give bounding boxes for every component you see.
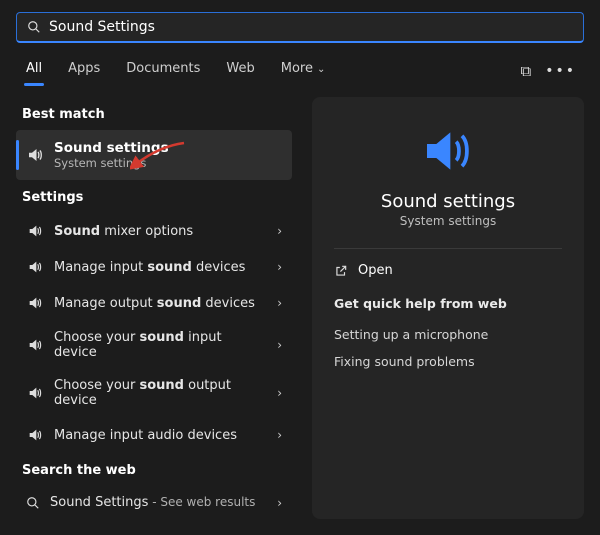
tab-more[interactable]: More⌄ (279, 55, 328, 86)
chevron-right-icon: › (277, 338, 282, 352)
detail-subtitle: System settings (334, 214, 562, 228)
sound-icon (26, 336, 44, 354)
sound-icon (26, 426, 44, 444)
web-result-item[interactable]: Sound Settings - See web results › (16, 486, 292, 519)
search-icon (27, 20, 41, 34)
detail-title: Sound settings (334, 191, 562, 212)
chevron-right-icon: › (277, 224, 282, 238)
chevron-right-icon: › (277, 428, 282, 442)
detail-pane: Sound settings System settings Open Get … (312, 97, 584, 519)
settings-item[interactable]: Choose your sound input device › (16, 321, 292, 369)
help-link[interactable]: Setting up a microphone (334, 321, 562, 348)
sound-icon (26, 222, 44, 240)
settings-item[interactable]: Manage output sound devices › (16, 285, 292, 321)
settings-item[interactable]: Manage input sound devices › (16, 249, 292, 285)
sound-icon (26, 294, 44, 312)
tab-all[interactable]: All (24, 55, 44, 86)
settings-item-label: Choose your sound input device (54, 330, 267, 360)
sound-icon (26, 384, 44, 402)
settings-item-label: Sound mixer options (54, 224, 267, 239)
settings-item[interactable]: Choose your sound output device › (16, 369, 292, 417)
devices-icon[interactable]: ⧉ (521, 62, 532, 80)
filter-tabs: All Apps Documents Web More⌄ ⧉ ••• (0, 51, 600, 87)
chevron-right-icon: › (277, 386, 282, 400)
best-match-item[interactable]: Sound settings System settings (16, 130, 292, 180)
settings-item-label: Manage output sound devices (54, 296, 267, 311)
best-match-subtitle: System settings (54, 156, 169, 170)
tab-web[interactable]: Web (224, 55, 256, 86)
settings-item-label: Manage input audio devices (54, 428, 267, 443)
best-match-title: Sound settings (54, 140, 169, 156)
chevron-right-icon: › (277, 496, 282, 510)
chevron-right-icon: › (277, 296, 282, 310)
settings-item-label: Manage input sound devices (54, 260, 267, 275)
search-icon (26, 496, 40, 510)
chevron-down-icon: ⌄ (317, 64, 325, 75)
help-link[interactable]: Fixing sound problems (334, 348, 562, 375)
results-pane: Best match Sound settings System setting… (16, 97, 292, 519)
sound-icon-large (334, 115, 562, 191)
search-web-header: Search the web (16, 453, 292, 486)
more-icon[interactable]: ••• (545, 63, 576, 79)
settings-item[interactable]: Manage input audio devices › (16, 417, 292, 453)
open-icon (334, 264, 348, 278)
help-header: Get quick help from web (334, 296, 562, 311)
search-input[interactable] (49, 19, 573, 35)
web-result-label: Sound Settings - See web results (50, 495, 267, 510)
settings-header: Settings (16, 180, 292, 213)
best-match-header: Best match (16, 97, 292, 130)
chevron-right-icon: › (277, 260, 282, 274)
tab-documents[interactable]: Documents (124, 55, 202, 86)
sound-icon (26, 146, 44, 164)
settings-item-label: Choose your sound output device (54, 378, 267, 408)
settings-item[interactable]: Sound mixer options › (16, 213, 292, 249)
sound-icon (26, 258, 44, 276)
divider (334, 248, 562, 249)
open-action[interactable]: Open (334, 263, 562, 278)
open-label: Open (358, 263, 393, 278)
tab-apps[interactable]: Apps (66, 55, 102, 86)
search-box[interactable] (16, 12, 584, 43)
